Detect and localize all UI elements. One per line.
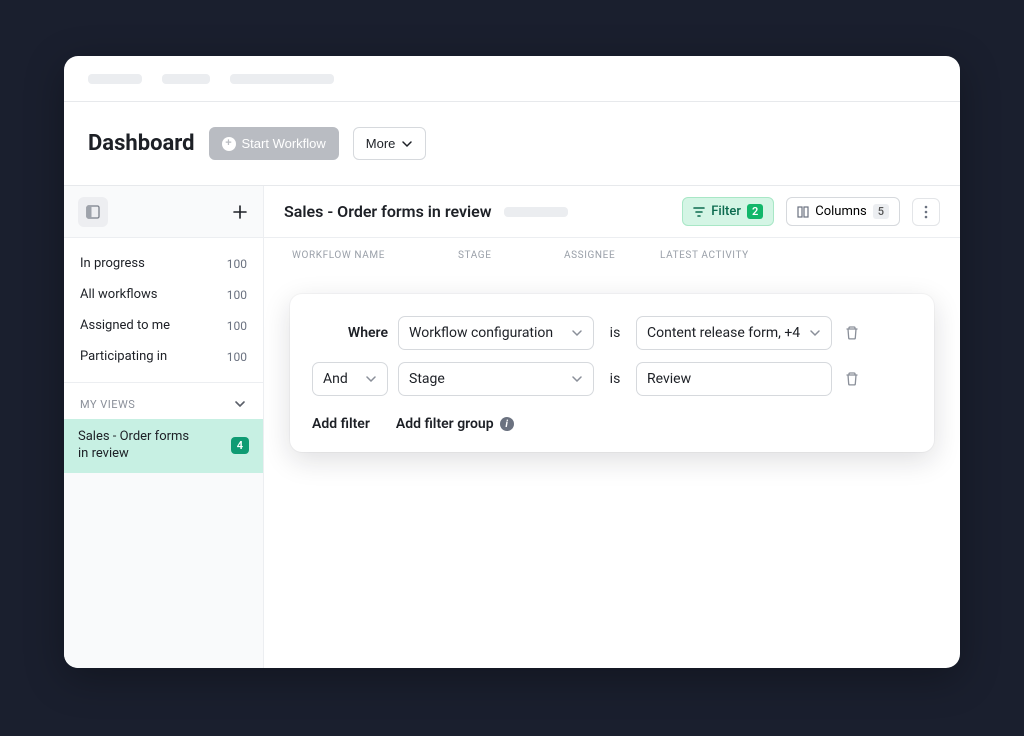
sidebar-views-label: My views bbox=[80, 398, 135, 411]
sidebar-item-count: 100 bbox=[227, 288, 247, 302]
chevron-down-icon bbox=[571, 373, 583, 385]
table-header-row: Workflow name Stage Assignee Latest acti… bbox=[264, 238, 960, 261]
delete-filter-button[interactable] bbox=[842, 325, 862, 341]
trash-icon bbox=[844, 371, 860, 387]
filter-value-value: Review bbox=[647, 371, 691, 387]
sidebar-item-assigned-to-me[interactable]: Assigned to me 100 bbox=[64, 310, 263, 341]
chevron-down-icon[interactable] bbox=[233, 397, 247, 411]
more-button[interactable]: More bbox=[353, 127, 427, 160]
add-filter-button[interactable]: Add filter bbox=[312, 416, 370, 432]
breadcrumb-skeleton bbox=[88, 74, 142, 84]
chevron-down-icon bbox=[365, 373, 377, 385]
columns-label: Columns bbox=[815, 204, 867, 219]
page-header: Dashboard + Start Workflow More bbox=[64, 102, 960, 186]
app-window: Dashboard + Start Workflow More In progr… bbox=[64, 56, 960, 668]
filter-panel: Where Workflow configuration is Content … bbox=[290, 294, 934, 452]
filter-value-select[interactable]: Content release form, +4 bbox=[636, 316, 832, 350]
filter-icon bbox=[693, 206, 705, 218]
main-area: Sales - Order forms in review Filter 2 C… bbox=[264, 186, 960, 668]
filter-operator: is bbox=[604, 371, 626, 387]
view-count-badge: 4 bbox=[231, 437, 249, 454]
sidebar-item-count: 100 bbox=[227, 350, 247, 364]
view-title: Sales - Order forms in review bbox=[284, 202, 492, 221]
col-latest-activity: Latest activity bbox=[660, 250, 932, 261]
col-workflow-name: Workflow name bbox=[292, 250, 442, 261]
filter-field-select[interactable]: Stage bbox=[398, 362, 594, 396]
chevron-down-icon bbox=[401, 138, 413, 150]
chevron-down-icon bbox=[571, 327, 583, 339]
sidebar-top bbox=[64, 186, 263, 238]
layout-icon[interactable] bbox=[78, 197, 108, 227]
filter-row: And Stage is Review bbox=[312, 362, 912, 396]
breadcrumb-skeleton bbox=[162, 74, 210, 84]
sidebar-item-label: Assigned to me bbox=[80, 318, 170, 333]
filter-label: Filter bbox=[711, 204, 741, 219]
sidebar-nav: In progress 100 All workflows 100 Assign… bbox=[64, 238, 263, 383]
info-icon: i bbox=[500, 417, 514, 431]
add-view-button[interactable] bbox=[231, 203, 249, 221]
filter-row: Where Workflow configuration is Content … bbox=[312, 316, 912, 350]
add-filter-group-button[interactable]: Add filter group i bbox=[396, 416, 514, 432]
where-label: Where bbox=[348, 325, 388, 341]
breadcrumb-skeleton bbox=[230, 74, 334, 84]
more-label: More bbox=[366, 136, 396, 151]
columns-count: 5 bbox=[873, 204, 889, 219]
filter-value-value: Content release form, +4 bbox=[647, 325, 800, 341]
trash-icon bbox=[844, 325, 860, 341]
filter-count: 2 bbox=[747, 204, 763, 219]
filter-field-value: Workflow configuration bbox=[409, 325, 553, 341]
plus-icon bbox=[231, 203, 249, 221]
col-stage: Stage bbox=[458, 250, 548, 261]
sidebar-item-participating-in[interactable]: Participating in 100 bbox=[64, 341, 263, 372]
start-workflow-label: Start Workflow bbox=[242, 136, 326, 151]
sidebar-item-count: 100 bbox=[227, 319, 247, 333]
filter-conjunction-value: And bbox=[323, 371, 348, 387]
filter-conjunction-select[interactable]: And bbox=[312, 362, 388, 396]
sidebar-item-label: In progress bbox=[80, 256, 145, 271]
filter-value-select[interactable]: Review bbox=[636, 362, 832, 396]
sidebar-item-label: Participating in bbox=[80, 349, 167, 364]
col-assignee: Assignee bbox=[564, 250, 644, 261]
main-header: Sales - Order forms in review Filter 2 C… bbox=[264, 186, 960, 238]
body: In progress 100 All workflows 100 Assign… bbox=[64, 186, 960, 668]
sidebar-views-heading: My views bbox=[64, 383, 263, 419]
kebab-icon bbox=[924, 205, 928, 219]
filter-button[interactable]: Filter 2 bbox=[682, 197, 774, 226]
start-workflow-button[interactable]: + Start Workflow bbox=[209, 127, 339, 160]
delete-filter-button[interactable] bbox=[842, 371, 862, 387]
columns-icon bbox=[797, 206, 809, 218]
page-title: Dashboard bbox=[88, 131, 195, 156]
sidebar: In progress 100 All workflows 100 Assign… bbox=[64, 186, 264, 668]
chevron-down-icon bbox=[809, 327, 821, 339]
filter-actions: Add filter Add filter group i bbox=[312, 408, 912, 432]
sidebar-item-count: 100 bbox=[227, 257, 247, 271]
more-actions-button[interactable] bbox=[912, 198, 940, 226]
columns-button[interactable]: Columns 5 bbox=[786, 197, 900, 226]
sidebar-view-sales-order-forms[interactable]: Sales - Order forms in review 4 bbox=[64, 419, 263, 473]
sidebar-item-all-workflows[interactable]: All workflows 100 bbox=[64, 279, 263, 310]
filter-field-value: Stage bbox=[409, 371, 445, 387]
sidebar-item-label: All workflows bbox=[80, 287, 157, 302]
view-label: Sales - Order forms in review bbox=[78, 429, 198, 463]
breadcrumb-bar bbox=[64, 56, 960, 102]
filter-field-select[interactable]: Workflow configuration bbox=[398, 316, 594, 350]
filter-operator: is bbox=[604, 325, 626, 341]
plus-circle-icon: + bbox=[222, 137, 236, 151]
sidebar-item-in-progress[interactable]: In progress 100 bbox=[64, 248, 263, 279]
subtitle-skeleton bbox=[504, 207, 568, 217]
